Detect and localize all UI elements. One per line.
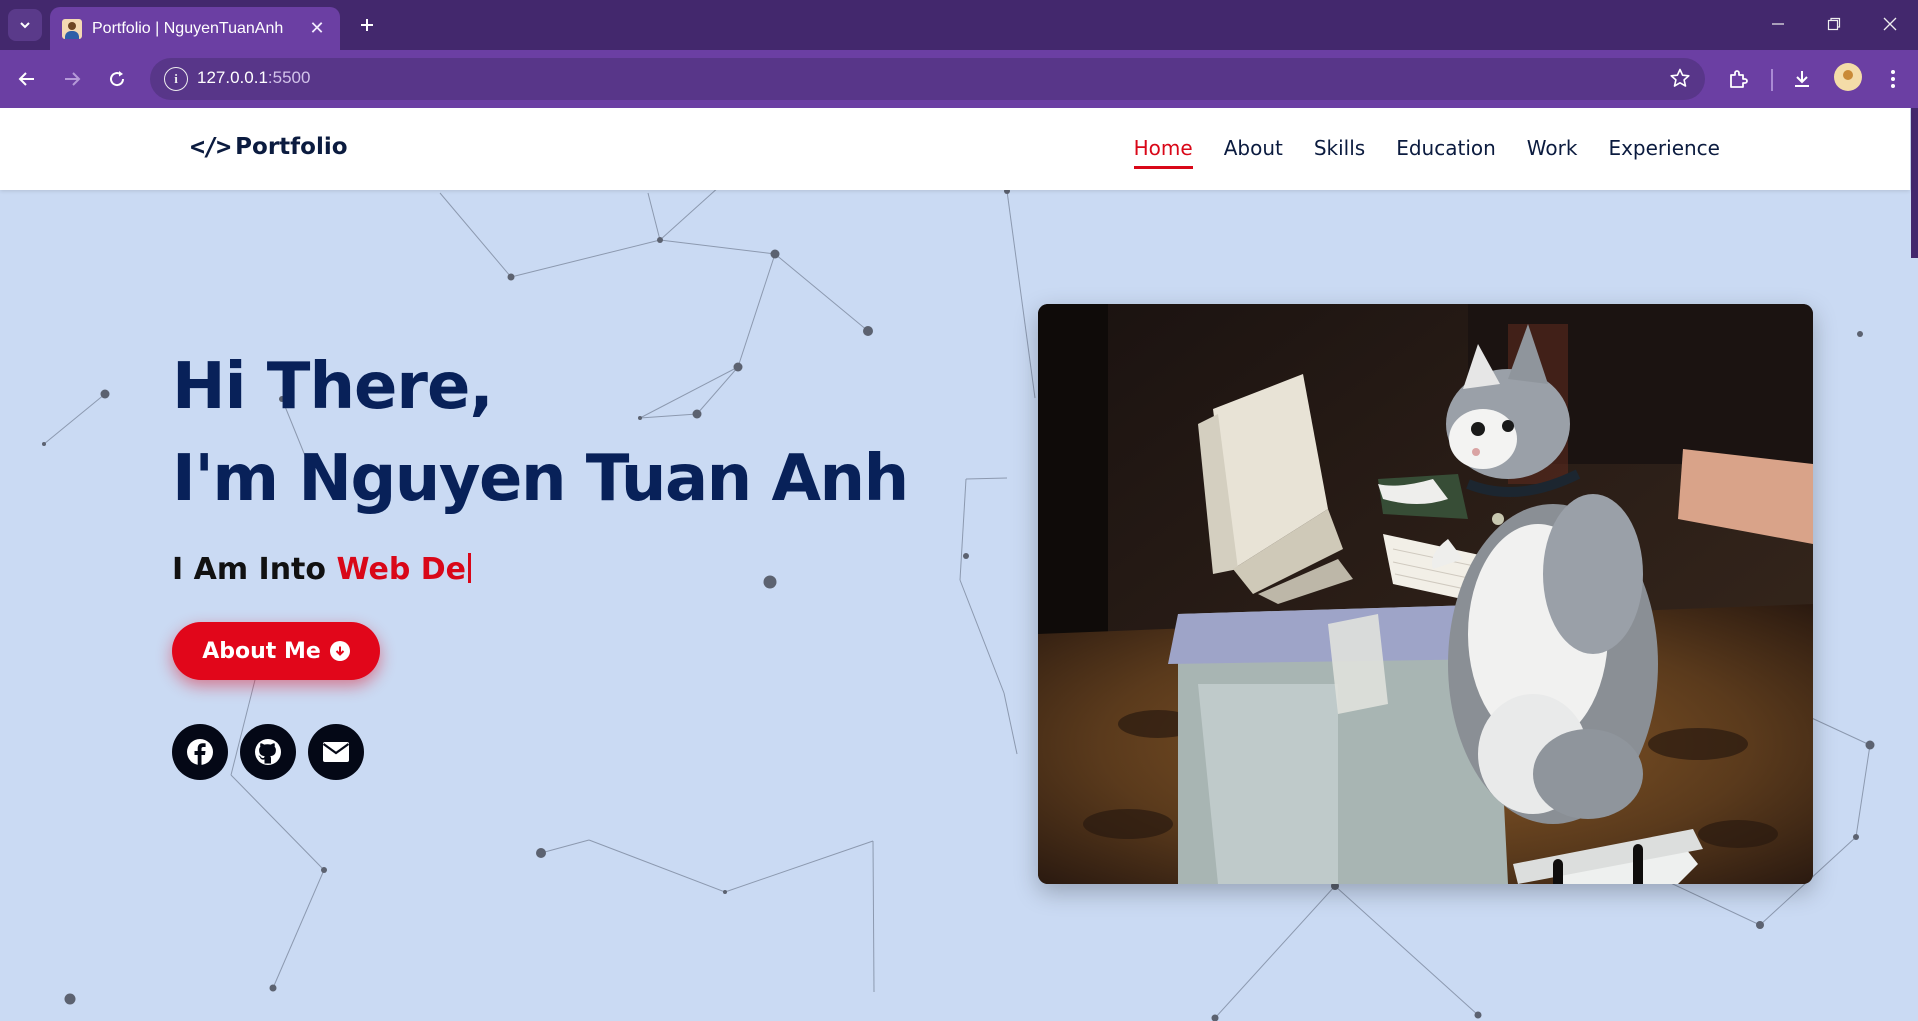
info-icon[interactable]: i: [164, 67, 188, 91]
github-icon: [255, 739, 281, 765]
nav-link-education[interactable]: Education: [1396, 136, 1496, 169]
facebook-icon: [187, 739, 213, 766]
download-icon: [1795, 71, 1809, 87]
typing-caret: [468, 553, 471, 583]
nav-link-skills[interactable]: Skills: [1314, 136, 1365, 169]
url-text: 127.0.0.1:5500: [197, 68, 310, 88]
nav-link-about[interactable]: About: [1224, 136, 1283, 169]
menu-button[interactable]: [1878, 64, 1908, 94]
page-scrollbar[interactable]: [1911, 108, 1918, 258]
hero-greeting: Hi There,: [172, 350, 494, 424]
site-navbar: </> Portfolio Home About Skills Educatio…: [0, 108, 1910, 190]
restore-icon: [1827, 17, 1841, 31]
downloads-button[interactable]: [1787, 64, 1817, 94]
hero-typed-line: I Am Into Web De: [172, 552, 471, 587]
about-me-label: About Me: [202, 638, 321, 664]
forward-button[interactable]: [57, 64, 87, 94]
hero-name: I'm Nguyen Tuan Anh: [172, 442, 909, 516]
page-viewport: </> Portfolio Home About Skills Educatio…: [0, 108, 1918, 1021]
close-icon: [1883, 17, 1897, 31]
nav-link-work[interactable]: Work: [1527, 136, 1578, 169]
close-window-button[interactable]: [1870, 6, 1910, 42]
reload-button[interactable]: [102, 64, 132, 94]
restore-button[interactable]: [1814, 6, 1854, 42]
minimize-button[interactable]: [1758, 6, 1798, 42]
email-link[interactable]: [308, 724, 364, 780]
arrow-circle-down-icon: [329, 641, 350, 661]
profile-avatar[interactable]: [1834, 63, 1862, 91]
browser-tab-bar: Portfolio | NguyenTuanAnh ✕: [0, 0, 1918, 50]
toolbar-separator: [1771, 69, 1773, 91]
bookmark-star-icon[interactable]: [1669, 67, 1691, 93]
hero-image: [1038, 304, 1813, 884]
back-button[interactable]: [12, 64, 42, 94]
forward-icon: [65, 72, 81, 86]
menu-icon: [1891, 70, 1895, 88]
nav-link-home[interactable]: Home: [1133, 136, 1193, 169]
github-link[interactable]: [240, 724, 296, 780]
kitten-computer-illustration: [1038, 304, 1813, 884]
url-port: :5500: [267, 68, 311, 87]
address-bar[interactable]: i 127.0.0.1:5500: [150, 58, 1705, 100]
browser-tab[interactable]: Portfolio | NguyenTuanAnh ✕: [50, 7, 340, 50]
tab-title: Portfolio | NguyenTuanAnh: [92, 19, 284, 37]
typed-prefix: I Am Into: [172, 552, 337, 587]
code-icon: </>: [190, 132, 231, 161]
nav-link-experience[interactable]: Experience: [1608, 136, 1720, 169]
main-nav: Home About Skills Education Work Experie…: [1133, 136, 1720, 169]
chevron-down-icon: [20, 22, 30, 29]
tab-close-icon[interactable]: ✕: [306, 18, 328, 39]
tab-search-button[interactable]: [8, 9, 42, 41]
site-logo[interactable]: </> Portfolio: [190, 132, 348, 161]
favicon-icon: [62, 18, 82, 39]
about-me-button[interactable]: About Me: [172, 622, 380, 680]
minimize-icon: [1772, 23, 1784, 25]
extensions-icon: [1730, 70, 1748, 88]
envelope-icon: [322, 742, 350, 762]
extensions-button[interactable]: [1723, 64, 1753, 94]
new-tab-button[interactable]: [352, 10, 382, 40]
site-logo-text: Portfolio: [235, 133, 348, 160]
reload-icon: [110, 71, 125, 87]
url-host: 127.0.0.1: [197, 68, 268, 87]
typed-text: Web De: [336, 552, 466, 587]
back-icon: [18, 72, 34, 86]
facebook-link[interactable]: [172, 724, 228, 780]
plus-icon: [361, 19, 373, 31]
browser-toolbar: i 127.0.0.1:5500: [0, 50, 1918, 108]
